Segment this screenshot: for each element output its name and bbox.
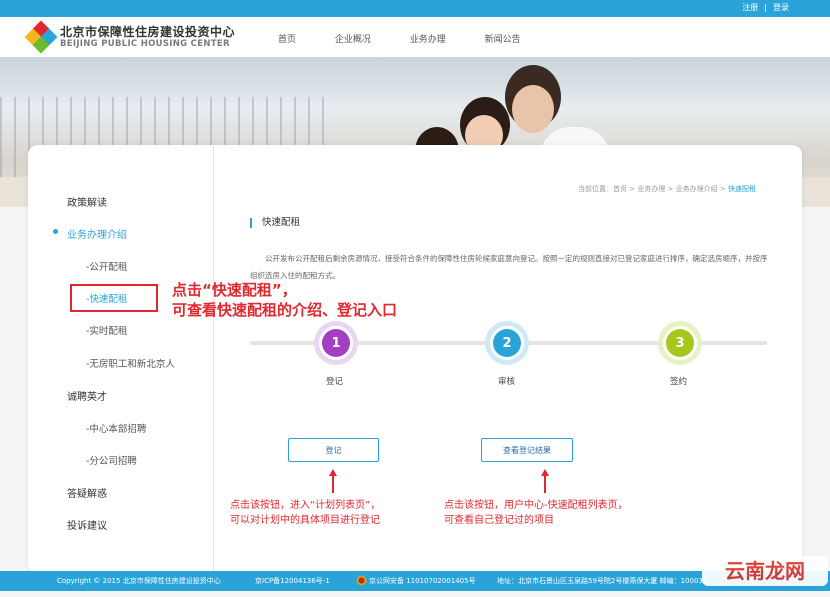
step-3-number: 3 <box>666 329 694 357</box>
site-header: 北京市保障性住房建设投资中心 BEIJING PUBLIC HOUSING CE… <box>0 17 830 57</box>
account-links: 注册 | 登录 <box>739 2 792 13</box>
sidebar-item-recruit[interactable]: 诚聘英才 <box>67 388 107 403</box>
footer-icp[interactable]: 京ICP备12004136号-1 <box>255 576 330 586</box>
breadcrumb-current: 快速配租 <box>727 185 756 193</box>
step-2-number: 2 <box>493 329 521 357</box>
section-title: 快速配租 <box>250 218 300 228</box>
login-link[interactable]: 登录 <box>773 3 789 12</box>
check-result-button[interactable]: 查看登记结果 <box>481 438 573 462</box>
note-right-line-1: 点击该按钮，用户中心-快速配租列表页， <box>444 500 628 511</box>
footer-address: 地址：北京市石景山区玉泉路59号院2号楼燕保大厦 邮编：100039 <box>497 577 708 585</box>
sidebar-subitem-new-residents[interactable]: -无房职工和新北京人 <box>86 356 175 370</box>
brand-name-cn: 北京市保障性住房建设投资中心 <box>60 25 236 39</box>
main-nav: 首页 企业概况 业务办理 新闻公告 <box>278 32 557 45</box>
register-link[interactable]: 注册 <box>742 3 758 12</box>
annotation-line-2: 可查看快速配租的介绍、登记入口 <box>172 301 398 319</box>
nav-item-business[interactable]: 业务办理 <box>410 32 446 45</box>
brand-name-en: BEIJING PUBLIC HOUSING CENTER <box>60 39 230 49</box>
footer-copyright: Copyright © 2015 北京市保障性住房建设投资中心 <box>57 577 221 585</box>
register-button[interactable]: 登记 <box>288 438 379 462</box>
step-2-icon: 2 <box>485 321 529 365</box>
step-3-label: 签约 <box>670 377 688 387</box>
police-badge-icon <box>356 575 367 586</box>
sidebar-item-faq[interactable]: 答疑解惑 <box>67 485 107 500</box>
banner-family-figure <box>512 85 554 133</box>
note-left-line-1: 点击该按钮，进入“计划列表页”， <box>230 500 381 511</box>
sidebar-subitem-branch-recruit[interactable]: -分公司招聘 <box>86 453 137 467</box>
nav-item-news[interactable]: 新闻公告 <box>485 32 521 45</box>
arrow-up-icon <box>541 469 549 493</box>
active-bullet-icon <box>53 229 58 234</box>
sidebar-item-business[interactable]: 业务办理介绍 <box>67 226 127 241</box>
step-1-label: 登记 <box>326 377 344 387</box>
breadcrumb: 当前位置：首页 > 业务办理 > 业务办理介绍 > 快速配租 <box>578 184 756 194</box>
highlight-box <box>70 284 158 312</box>
link-separator: | <box>764 3 767 12</box>
logo-icon[interactable] <box>24 20 58 54</box>
note-right-line-2: 可查看自己登记过的项目 <box>444 515 554 526</box>
nav-item-home[interactable]: 首页 <box>278 32 296 45</box>
annotation-line-1: 点击“快速配租”， <box>172 281 297 299</box>
footer-police-record[interactable]: 京公网安备 11010702001405号 <box>369 576 476 586</box>
top-bar: 注册 | 登录 <box>0 0 830 17</box>
sidebar-subitem-public-rent[interactable]: -公开配租 <box>86 259 127 273</box>
nav-item-about[interactable]: 企业概况 <box>335 32 371 45</box>
sidebar-item-complaint[interactable]: 投诉建议 <box>67 517 107 532</box>
step-2-label: 审核 <box>498 377 516 387</box>
step-1-icon: 1 <box>314 321 358 365</box>
sidebar-item-policy[interactable]: 政策解读 <box>67 194 107 209</box>
breadcrumb-path: 当前位置：首页 > 业务办理 > 业务办理介绍 > <box>578 185 728 193</box>
step-3-icon: 3 <box>658 321 702 365</box>
note-left-line-2: 可以对计划中的具体项目进行登记 <box>230 515 380 526</box>
sidebar-subitem-realtime-rent[interactable]: -实时配租 <box>86 323 127 337</box>
description-text: 公开发布公开配租后剩余房源情况，接受符合条件的保障性住房轮候家庭意向登记。按照一… <box>250 254 768 280</box>
sidebar-subitem-hq-recruit[interactable]: -中心本部招聘 <box>86 421 146 435</box>
arrow-up-icon <box>329 469 337 493</box>
step-1-number: 1 <box>322 329 350 357</box>
watermark: 云南龙网 <box>702 556 828 586</box>
